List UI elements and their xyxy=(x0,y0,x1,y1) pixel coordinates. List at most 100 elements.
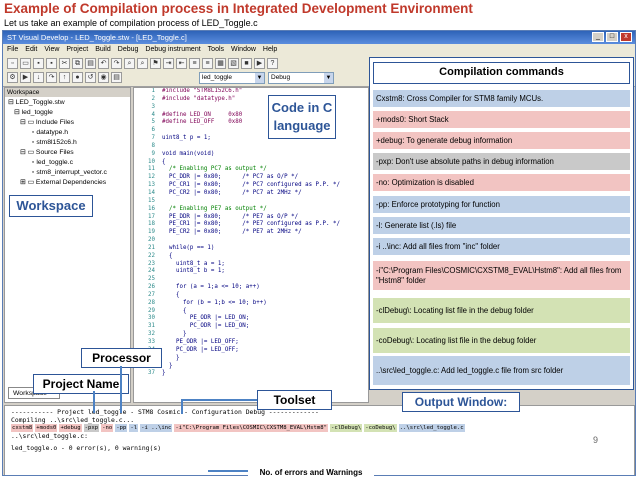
line-number: 10 xyxy=(148,158,155,165)
line-number: 3 xyxy=(151,103,156,110)
tree-item[interactable]: ▫ stm8l152c6.h xyxy=(5,138,130,148)
tree-item[interactable]: ▫ led_toggle.c xyxy=(5,158,130,168)
bookmark-icon[interactable]: ⚑ xyxy=(150,58,161,69)
menu-tools[interactable]: Tools xyxy=(208,44,224,55)
run-icon[interactable]: ▶ xyxy=(20,72,31,83)
line-number: 8 xyxy=(151,142,156,149)
code-text: PC_CR2 |= 0x80; /* PC7 at 2MHz */ xyxy=(162,189,302,196)
command-segment: -pp xyxy=(115,424,128,432)
save-all-icon[interactable]: ▪ xyxy=(46,58,57,69)
comment-icon[interactable]: ≡ xyxy=(189,58,200,69)
line-number: 26 xyxy=(148,284,155,291)
menu-window[interactable]: Window xyxy=(231,44,256,55)
line-number: 6 xyxy=(151,127,156,134)
code-text: PE_DDR |= 0x80; /* PE7 as O/P */ xyxy=(162,213,299,220)
uncomment-icon[interactable]: ≡ xyxy=(202,58,213,69)
errors-arrow xyxy=(208,470,248,472)
code-text: for (a = 1;a <= 10; a++) xyxy=(162,284,260,291)
minimize-button[interactable]: _ xyxy=(592,32,604,42)
line-number: 2 xyxy=(151,95,156,102)
code-text: #define LED_OFF 0x80 xyxy=(162,119,243,126)
line-number: 33 xyxy=(148,339,155,345)
code-line: 21 while(p == 1) xyxy=(134,245,368,253)
tree-item[interactable]: ⊟ led_toggle xyxy=(5,108,130,118)
menu-debug[interactable]: Debug xyxy=(118,44,139,55)
tree-item[interactable]: ⊟ ▭ Source Files xyxy=(5,148,130,158)
tree-item[interactable]: ⊟ ▭ Include Files xyxy=(5,118,130,128)
open-folder-icon[interactable]: ▭ xyxy=(20,58,31,69)
undo-icon[interactable]: ↶ xyxy=(98,58,109,69)
help-icon[interactable]: ? xyxy=(267,58,278,69)
chevron-down-icon: ▼ xyxy=(255,73,264,83)
code-text: { xyxy=(162,291,180,298)
config-combo[interactable]: Debug ▼ xyxy=(268,72,334,84)
step-out-icon[interactable]: ↑ xyxy=(59,72,70,83)
code-text: } xyxy=(162,331,187,338)
find-icon[interactable]: ⌕ xyxy=(124,58,135,69)
step-icon[interactable]: ↓ xyxy=(33,72,44,83)
build-icon[interactable]: ▦ xyxy=(215,58,226,69)
cut-icon[interactable]: ✂ xyxy=(59,58,70,69)
code-text: { xyxy=(162,158,166,165)
watch-icon[interactable]: ◉ xyxy=(98,72,109,83)
menu-help[interactable]: Help xyxy=(263,44,277,55)
step-over-icon[interactable]: ↷ xyxy=(46,72,57,83)
command-segment: -l xyxy=(129,424,139,432)
tree-item[interactable]: ⊟ LED_Toggle.stw xyxy=(5,98,130,108)
menu-edit[interactable]: Edit xyxy=(25,44,37,55)
command-segment: -no xyxy=(101,424,114,432)
menu-project[interactable]: Project xyxy=(66,44,88,55)
line-number: 15 xyxy=(148,197,155,204)
code-line: 28 for (b = 1;b <= 10; b++) xyxy=(134,300,368,308)
memory-icon[interactable]: ▤ xyxy=(111,72,122,83)
code-text: PC_DDR |= 0x80; /* PC7 as O/P */ xyxy=(162,174,299,181)
redo-icon[interactable]: ↷ xyxy=(111,58,122,69)
code-line: 8 xyxy=(134,143,368,151)
maximize-button[interactable]: □ xyxy=(606,32,618,42)
code-line: 26 for (a = 1;a <= 10; a++) xyxy=(134,284,368,292)
project-tree: ⊟ LED_Toggle.stw ⊟ led_toggle ⊟ ▭ Includ… xyxy=(5,97,130,188)
command-l: -l: Generate list (.ls) file xyxy=(373,217,630,234)
command-segment: -i"C:\Program Files\COSMIC\CXSTM8_EVAL\H… xyxy=(174,424,328,432)
code-text: #include "STM8L152C6.h" xyxy=(162,88,243,94)
close-button[interactable]: x xyxy=(620,32,632,42)
menu-debug-instrument[interactable]: Debug instrument xyxy=(145,44,200,55)
indent-icon[interactable]: ⇥ xyxy=(163,58,174,69)
command-segment: cxstm8 xyxy=(11,424,34,432)
reset-icon[interactable]: ↺ xyxy=(85,72,96,83)
code-text: PC_CR1 |= 0x80; /* PC7 configured as P.P… xyxy=(162,182,340,189)
paste-icon[interactable]: ▤ xyxy=(85,58,96,69)
code-line: 32 } xyxy=(134,331,368,339)
menu-file[interactable]: File xyxy=(7,44,18,55)
gear-icon[interactable]: ⚙ xyxy=(7,72,18,83)
command-segment: ..\src\led_toggle.c xyxy=(398,424,465,432)
tree-item[interactable]: ⊞ ▭ External Dependencies xyxy=(5,178,130,188)
compile-icon[interactable]: ▧ xyxy=(228,58,239,69)
breakpoint-icon[interactable]: ● xyxy=(72,72,83,83)
stop-build-icon[interactable]: ■ xyxy=(241,58,252,69)
code-line: 34 PC_ODR |= LED_OFF; xyxy=(134,347,368,355)
folder-icon: ▭ xyxy=(27,119,35,126)
save-icon[interactable]: ▪ xyxy=(33,58,44,69)
project-combo[interactable]: led_toggle ▼ xyxy=(199,72,265,84)
debug-start-icon[interactable]: ▶ xyxy=(254,58,265,69)
outdent-icon[interactable]: ⇤ xyxy=(176,58,187,69)
menu-build[interactable]: Build xyxy=(95,44,111,55)
window-titlebar: ST Visual Develop - LED_Toggle.stw - [LE… xyxy=(3,31,635,44)
line-number: 29 xyxy=(148,307,155,314)
code-text: #include "datatype.h" xyxy=(162,95,236,102)
new-file-icon[interactable]: ▫ xyxy=(7,58,18,69)
code-line: 16 /* Enabling PE7 as output */ xyxy=(134,206,368,214)
code-line: 36 } xyxy=(134,363,368,371)
menu-view[interactable]: View xyxy=(44,44,59,55)
copy-icon[interactable]: ⧉ xyxy=(72,58,83,69)
tree-item[interactable]: ▫ datatype.h xyxy=(5,128,130,138)
find-next-icon[interactable]: ⌕ xyxy=(137,58,148,69)
line-number: 21 xyxy=(148,244,155,251)
line-number: 11 xyxy=(148,166,155,173)
code-text: PE_CR1 |= 0x80; /* PE7 configured as P.P… xyxy=(162,221,340,228)
code-line: 14 PC_CR2 |= 0x80; /* PC7 at 2MHz */ xyxy=(134,190,368,198)
toolset-arrow xyxy=(181,399,257,401)
command-segment: -pxp xyxy=(83,424,100,432)
tree-item[interactable]: ▫ stm8_interrupt_vector.c xyxy=(5,168,130,178)
